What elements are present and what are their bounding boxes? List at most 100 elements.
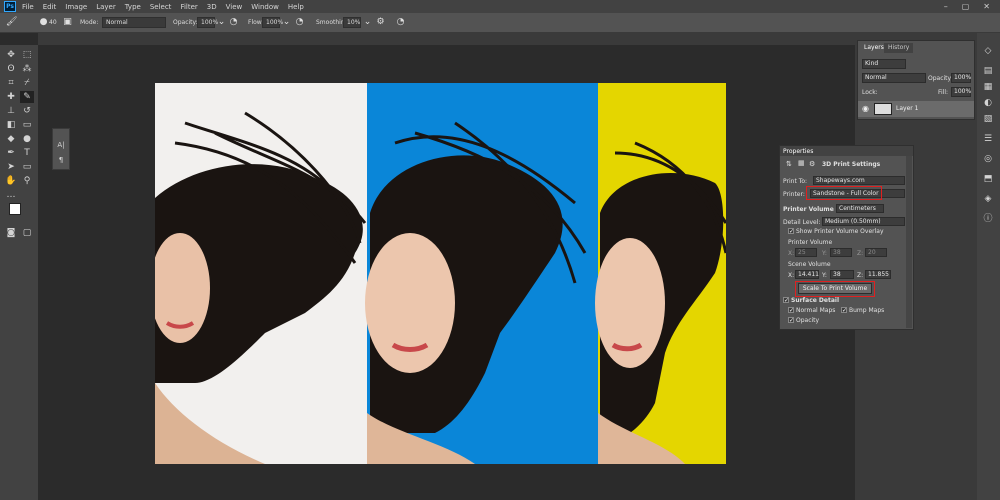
- properties-scrollbar[interactable]: [906, 156, 912, 328]
- normal-maps-checkbox[interactable]: ✓: [788, 307, 794, 314]
- menu-edit[interactable]: Edit: [43, 3, 57, 11]
- panel-expand-icon[interactable]: ◇: [981, 45, 995, 57]
- pressure-size-icon[interactable]: ◔: [395, 17, 406, 28]
- layer-blend-mode[interactable]: Normal: [862, 73, 926, 83]
- foreground-color-swatch[interactable]: [9, 203, 21, 215]
- blur-tool-icon[interactable]: ◆: [4, 133, 18, 145]
- pressure-opacity-icon[interactable]: ◔: [228, 17, 239, 28]
- gear-icon[interactable]: ⚙: [375, 17, 386, 28]
- 3d-panel-icon[interactable]: ◈: [981, 193, 995, 205]
- airbrush-icon[interactable]: ◔: [294, 17, 305, 28]
- marquee-tool-icon[interactable]: ⬚: [20, 49, 34, 61]
- hand-tool-icon[interactable]: ✋: [4, 175, 18, 187]
- bump-maps-checkbox[interactable]: ✓: [841, 307, 847, 314]
- panel-icon-strip: ◇ ▤ ▦ ◐ ▧ ☰ ◎ ⬒ ◈ ⓘ: [977, 33, 1000, 500]
- print-to-select[interactable]: Shapeways.com: [813, 176, 905, 185]
- canvas-image[interactable]: [155, 83, 726, 464]
- eraser-icon[interactable]: ◧: [4, 119, 18, 131]
- paragraph-panel-icon[interactable]: ¶: [54, 154, 68, 166]
- clone-stamp-icon[interactable]: ⊥: [4, 105, 18, 117]
- menu-layer[interactable]: Layer: [96, 3, 116, 11]
- layers-panel-icon[interactable]: ☰: [981, 133, 995, 145]
- detail-level-select[interactable]: Medium (0.50mm): [822, 217, 905, 226]
- menu-image[interactable]: Image: [65, 3, 87, 11]
- layer-name[interactable]: Layer 1: [896, 105, 918, 112]
- character-panel-icon[interactable]: A|: [54, 139, 68, 151]
- crop-tool-icon[interactable]: ⌗: [4, 77, 18, 89]
- units-select[interactable]: Centimeters: [836, 204, 884, 213]
- mode-select[interactable]: Normal: [102, 17, 166, 28]
- info-panel-icon[interactable]: ⓘ: [981, 213, 995, 225]
- eye-icon[interactable]: ◉: [862, 104, 869, 113]
- chevron-down-icon[interactable]: ⌄: [281, 17, 292, 28]
- show-overlay-checkbox[interactable]: ✓: [788, 228, 794, 235]
- menu-filter[interactable]: Filter: [180, 3, 197, 11]
- opacity-checkbox[interactable]: ✓: [788, 317, 794, 324]
- paths-panel-icon[interactable]: ⬒: [981, 173, 995, 185]
- print-to-label: Print To:: [783, 178, 808, 185]
- fill-input[interactable]: 100%: [951, 87, 971, 97]
- swatches-panel-icon[interactable]: ▦: [981, 81, 995, 93]
- menu-view[interactable]: View: [226, 3, 243, 11]
- pv-y-input[interactable]: 38: [830, 248, 852, 257]
- more-tools-icon[interactable]: …: [4, 189, 18, 201]
- path-selection-icon[interactable]: ➤: [4, 161, 18, 173]
- rectangle-tool-icon[interactable]: ▭: [20, 161, 34, 173]
- close-icon[interactable]: ✕: [983, 2, 990, 11]
- menu-type[interactable]: Type: [125, 3, 141, 11]
- sv-x-input[interactable]: 14.411: [795, 270, 819, 279]
- flow-input[interactable]: 100%: [262, 17, 283, 28]
- brush-panel-icon[interactable]: ▣: [62, 17, 73, 28]
- opacity-input[interactable]: 100%: [197, 17, 218, 28]
- eyedropper-icon[interactable]: ⌿: [20, 77, 34, 89]
- surface-detail-checkbox[interactable]: ✓: [783, 297, 789, 304]
- layer-opacity-input[interactable]: 100%: [951, 73, 971, 83]
- portrait-figure-1: [155, 111, 367, 464]
- opacity-label: Opacity:: [173, 19, 198, 26]
- screen-mode-icon[interactable]: ▢: [20, 227, 34, 239]
- gradient-icon[interactable]: ▭: [20, 119, 34, 131]
- chevron-down-icon[interactable]: ⌄: [216, 17, 227, 28]
- menu-help[interactable]: Help: [288, 3, 304, 11]
- zoom-tool-icon[interactable]: ⚲: [20, 175, 34, 187]
- pv-x-input[interactable]: 25: [795, 248, 817, 257]
- type-tool-icon[interactable]: T: [20, 147, 34, 159]
- pv-x-label: X:: [788, 250, 795, 257]
- color-panel-icon[interactable]: ▤: [981, 65, 995, 77]
- dodge-tool-icon[interactable]: ●: [20, 133, 34, 145]
- channels-panel-icon[interactable]: ◎: [981, 153, 995, 165]
- lasso-tool-icon[interactable]: ʘ: [4, 63, 18, 75]
- smoothing-input[interactable]: 10%: [343, 17, 361, 28]
- brush-tool-icon[interactable]: ✎: [20, 91, 34, 103]
- menu-file[interactable]: File: [22, 3, 34, 11]
- chevron-down-icon[interactable]: ⌄: [362, 17, 373, 28]
- menu-window[interactable]: Window: [251, 3, 279, 11]
- history-brush-icon[interactable]: ↺: [20, 105, 34, 117]
- magic-wand-icon[interactable]: ⁂: [20, 63, 34, 75]
- quick-mask-icon[interactable]: ◙: [4, 227, 18, 239]
- minimize-icon[interactable]: –: [944, 2, 948, 11]
- pv-z-input[interactable]: 20: [865, 248, 887, 257]
- layer-filter-kind[interactable]: Kind: [862, 59, 906, 69]
- portrait-illustration: [155, 111, 726, 464]
- styles-panel-icon[interactable]: ▧: [981, 113, 995, 125]
- healing-brush-icon[interactable]: ✚: [4, 91, 18, 103]
- sv-y-label: Y:: [822, 272, 827, 279]
- adjustments-panel-icon[interactable]: ◐: [981, 97, 995, 109]
- menu-3d[interactable]: 3D: [207, 3, 217, 11]
- options-bar: 🖌 ● 40 ▣ Mode: Normal Opacity: 100% ⌄ ◔ …: [0, 13, 1000, 33]
- brush-tool-icon[interactable]: 🖌: [6, 17, 17, 28]
- layer-row[interactable]: ◉ Layer 1: [858, 101, 974, 117]
- printer-icon: ▦: [798, 159, 805, 167]
- printer-highlight: [806, 186, 882, 200]
- bump-maps-label: Bump Maps: [849, 307, 885, 314]
- tab-history[interactable]: History: [884, 43, 914, 53]
- move-tool-icon[interactable]: ✥: [4, 49, 18, 61]
- sv-z-input[interactable]: 11.855: [865, 270, 891, 279]
- brush-preset-icon[interactable]: ●: [38, 17, 49, 28]
- tab-properties[interactable]: Properties: [783, 148, 813, 155]
- sv-y-input[interactable]: 38: [830, 270, 854, 279]
- menu-select[interactable]: Select: [150, 3, 172, 11]
- maximize-icon[interactable]: ▢: [962, 2, 970, 11]
- pen-tool-icon[interactable]: ✒: [4, 147, 18, 159]
